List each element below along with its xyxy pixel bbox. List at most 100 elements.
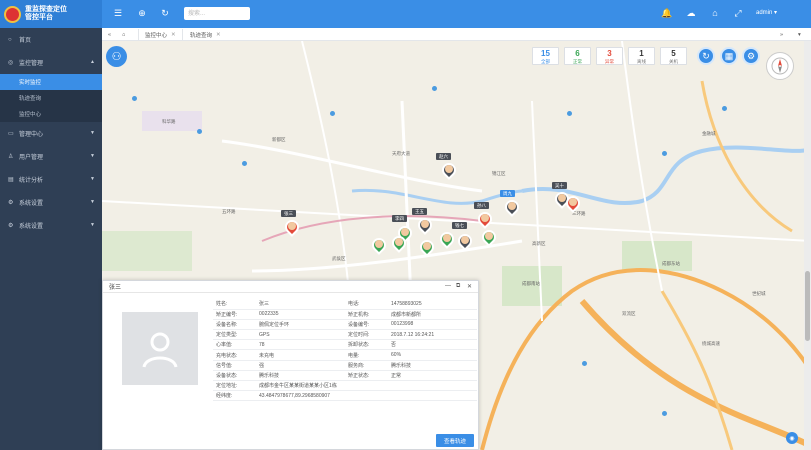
tag-icon[interactable]: ⌂ [710,8,720,18]
person-photo [122,312,198,385]
info-row: 充电状态: 未充电 电量: 60% [213,349,477,361]
avatar-icon [443,234,451,242]
info-value: 2018.7.12 16:24:21 [388,329,477,341]
manage-icon: ▭ [8,131,14,137]
fullscreen-icon[interactable]: ⤢ [733,8,743,18]
sidebar-item-users[interactable]: ♙ 用户管理 ▼ [0,145,102,168]
sidebar-item-monitor[interactable]: ◎ 监控管理 ▲ [0,51,102,74]
poi-icon [662,411,667,416]
tabs-scroll-left-icon[interactable]: « [102,29,117,40]
info-value: 正常 [388,370,477,382]
person-marker[interactable] [455,231,475,252]
scrollbar-thumb[interactable] [805,271,810,341]
info-value: GPS [256,329,345,341]
dialog-title: 张三 [109,285,122,291]
info-row: 心率值: 78 拆卸状态: 否 [213,339,477,351]
refresh-map-button[interactable]: ↻ [697,47,715,65]
sidebar-item-label: 统计分析 [19,178,44,184]
tabs-scroll-right-icon[interactable]: » [774,29,789,40]
avatar-icon [508,202,516,210]
person-marker[interactable] [439,160,459,181]
info-value: 腾乐科技 [388,360,477,371]
sidebar-item-home[interactable]: ○ 首页 [0,28,102,51]
eye-icon[interactable]: ◉ [786,432,798,444]
person-marker[interactable] [417,237,437,258]
stat-label: 全部 [541,59,550,64]
close-icon[interactable]: ✕ [216,32,221,38]
sidebar-subitem-center[interactable]: 监控中心 [0,106,102,122]
page-scrollbar[interactable] [804,41,811,450]
person-marker[interactable] [389,233,409,254]
bell-icon[interactable]: 🔔 [661,8,672,18]
tab-track-query[interactable]: 轨迹查询 ✕ [184,29,227,40]
person-marker[interactable] [479,227,499,248]
stat-shutdown[interactable]: 5 关机 [660,47,687,65]
chevron-down-icon: ▼ [90,153,95,159]
sidebar-subitem-realtime[interactable]: 实时监控 [0,74,102,90]
info-value: 43.4847978677,89.2968580907 [256,390,477,402]
chevron-down-icon: ▼ [90,130,95,136]
tabs-menu-icon[interactable]: ▾ [792,29,807,40]
tab-monitor-center[interactable]: 监控中心 ✕ [138,29,183,40]
map-label: 新都区 [272,137,286,142]
stat-all[interactable]: 15 全部 [532,47,559,65]
info-value: 0022335 [256,309,345,320]
stat-label: 正常 [573,59,582,64]
stat-normal[interactable]: 6 正常 [564,47,591,65]
cloud-icon[interactable]: ☁ [686,8,696,18]
info-value: 60% [388,349,477,361]
home-icon: ○ [8,36,12,43]
close-icon[interactable]: ✕ [467,283,472,290]
stat-offline[interactable]: 1 离线 [628,47,655,65]
person-marker[interactable] [369,235,389,256]
menu-icon[interactable]: ☰ [113,8,123,18]
user-menu[interactable]: admin ▾ [756,9,777,16]
top-bar: 重监探查定位 管控平台 ☰ ⊕ ↻ 🔔 ☁ ⌂ ⤢ admin ▾ [0,0,811,28]
grid-view-button[interactable]: ▦ [720,47,738,65]
app-root: 重监探查定位 管控平台 ☰ ⊕ ↻ 🔔 ☁ ⌂ ⤢ admin ▾ ○ 首页 ◎ 监… [0,0,811,450]
minimize-icon[interactable]: — [445,283,451,289]
info-value: 成都市金牛区某某街道某某小区1栋 [256,380,477,392]
home-tab-icon[interactable]: ⌂ [116,29,131,40]
person-marker[interactable] [563,193,583,214]
avatar-icon [395,238,403,246]
person-marker[interactable] [282,217,302,238]
close-icon[interactable]: ✕ [171,32,176,38]
person-marker[interactable] [437,229,457,250]
sidebar-item-manage[interactable]: ▭ 管理中心 ▼ [0,122,102,145]
logo: 重监探查定位 管控平台 [0,0,102,28]
sidebar-item-settings[interactable]: ⚙ 系统设置 ▼ [0,191,102,214]
poi-icon [197,129,202,134]
info-row: 定位地址: 成都市金牛区某某街道某某小区1栋 [213,380,477,392]
sidebar-subitem-track[interactable]: 轨迹查询 [0,90,102,106]
chevron-down-icon: ▼ [90,199,95,205]
info-key: 心率值: [213,339,257,351]
marker-label: 吴十 [552,182,567,189]
person-info-table: 姓名: 张三 电话: 14758893025 矫正编号: 0022335 矫正机构: 成都市新… [213,299,477,402]
globe-icon[interactable]: ⊕ [137,8,147,18]
map-label: 五环路 [222,209,236,214]
info-key: 矫正机构: [344,309,389,320]
sidebar-item-stats[interactable]: ▤ 统计分析 ▼ [0,168,102,191]
person-marker[interactable] [502,197,522,218]
info-value: 00123998 [388,319,477,331]
users-group-button[interactable]: ⚇ [106,46,127,67]
poi-icon [330,111,335,116]
search-input[interactable] [184,7,250,20]
settings-map-button[interactable]: ⚙ [742,47,760,65]
refresh-icon[interactable]: ↻ [160,8,170,18]
person-marker[interactable] [415,215,435,236]
avatar-icon [288,222,296,230]
maximize-icon[interactable]: ⧉ [456,283,460,290]
map-compass[interactable] [766,52,794,80]
info-key: 矫正编号: [213,309,257,320]
poi-icon [662,151,667,156]
avatar-icon [461,236,469,244]
view-track-button[interactable]: 查看轨迹 [436,434,474,447]
sidebar-item-settings-2[interactable]: ⚙ 系统设置 ▼ [0,214,102,237]
person-marker[interactable] [475,209,495,230]
user-icon: ♙ [8,154,14,160]
stat-abnormal[interactable]: 3 异常 [596,47,623,65]
info-row: 信号值: 强服务商: 腾乐科技 [213,360,477,371]
chevron-up-icon: ▲ [90,59,95,65]
